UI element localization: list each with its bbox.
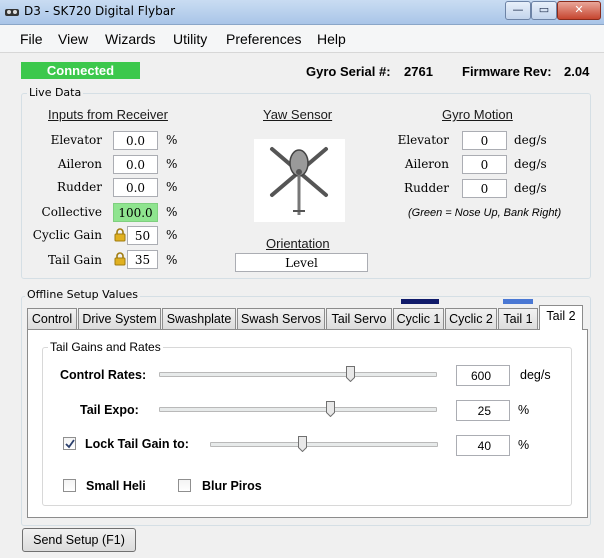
tail-gains-label: Tail Gains and Rates [48,340,163,354]
lock-tail-gain-slider-track [210,442,438,447]
menu-file[interactable]: File [20,31,43,47]
receiver-elevator-value: 0.0 [113,131,158,150]
tab-swash-servos[interactable]: Swash Servos [237,308,325,329]
firmware-value: 2.04 [564,64,590,79]
lock-tail-gain-slider-thumb[interactable] [298,436,307,452]
tail-expo-slider-track [159,407,437,412]
gyro-elevator-unit: deg/s [514,133,547,147]
offline-setup-label: Offline Setup Values [25,288,141,301]
blur-piros-label: Blur Piros [202,479,262,493]
tab-swashplate[interactable]: Swashplate [162,308,236,329]
tail-expo-input[interactable]: 25 [456,400,510,421]
lock-tail-gain-checkbox[interactable] [63,437,76,450]
yaw-sensor-heading: Yaw Sensor [263,107,333,122]
checkmark-icon [65,439,75,449]
receiver-tail-gain-label: Tail Gain [47,253,102,267]
receiver-aileron-label: Aileron [57,157,102,171]
receiver-cyclic-gain-value: 50 [127,226,158,245]
menu-preferences[interactable]: Preferences [226,31,301,47]
menu-view[interactable]: View [58,31,88,47]
helicopter-top-view-icon [254,139,345,222]
gyro-elevator-value: 0 [462,131,507,150]
minimize-button[interactable]: — [505,1,531,20]
receiver-rudder-label: Rudder [57,180,102,194]
receiver-collective-value: 100.0 [113,203,158,222]
control-rates-label: Control Rates: [60,368,147,382]
gyro-motion-heading: Gyro Motion [442,107,513,122]
lock-tail-gain-input[interactable]: 40 [456,435,510,456]
tail-expo-unit: % [518,403,530,417]
receiver-rudder-unit: % [166,180,178,194]
tab-cyclic-2[interactable]: Cyclic 2 [445,308,497,329]
small-heli-label: Small Heli [86,479,146,493]
orientation-value: Level [235,253,368,272]
tab-drive-system[interactable]: Drive System [78,308,161,329]
tab-tail-servo[interactable]: Tail Servo [326,308,392,329]
firmware-label: Firmware Rev: [462,64,552,79]
receiver-cyclic-gain-label: Cyclic Gain [32,228,102,242]
receiver-aileron-unit: % [166,157,178,171]
menu-utility[interactable]: Utility [173,31,207,47]
lock-icon [114,228,126,242]
gyro-rudder-label: Rudder [404,181,449,195]
menu-wizards[interactable]: Wizards [105,31,156,47]
tail-expo-label: Tail Expo: [80,403,139,417]
app-icon [5,9,19,16]
close-button[interactable]: ✕ [557,1,601,20]
maximize-button[interactable]: ▭ [531,1,557,20]
small-heli-checkbox[interactable] [63,479,76,492]
connection-status-badge: Connected [21,62,140,79]
gyro-aileron-value: 0 [462,155,507,174]
lock-tail-gain-unit: % [518,438,530,452]
blur-piros-checkbox[interactable] [178,479,191,492]
control-rates-slider-thumb[interactable] [346,366,355,382]
gyro-serial-value: 2761 [404,64,433,79]
gyro-aileron-label: Aileron [404,157,449,171]
lock-icon [114,252,126,266]
receiver-collective-unit: % [166,205,178,219]
control-rates-slider-track [159,372,437,377]
gyro-color-note: (Green = Nose Up, Bank Right) [408,207,562,219]
gyro-aileron-unit: deg/s [514,157,547,171]
tab-tail-2[interactable]: Tail 2 [539,305,583,330]
gyro-serial-label: Gyro Serial #: [306,64,391,79]
window-title: D3 - SK720 Digital Flybar [24,4,176,18]
tail-activity-bar [503,299,533,304]
receiver-tail-gain-value: 35 [127,250,158,269]
orientation-heading: Orientation [266,236,330,251]
receiver-heading: Inputs from Receiver [48,107,168,122]
send-setup-button[interactable]: Send Setup (F1) [22,528,136,552]
receiver-tail-gain-unit: % [166,253,178,267]
menu-help[interactable]: Help [317,31,346,47]
tab-tail-1[interactable]: Tail 1 [498,308,538,329]
receiver-elevator-unit: % [166,133,178,147]
tail-expo-slider-thumb[interactable] [326,401,335,417]
gyro-rudder-unit: deg/s [514,181,547,195]
lock-tail-gain-label: Lock Tail Gain to: [85,437,189,451]
tab-cyclic-1[interactable]: Cyclic 1 [393,308,444,329]
live-data-label: Live Data [27,86,84,99]
menu-bar [0,25,604,53]
receiver-elevator-label: Elevator [50,133,102,147]
gyro-elevator-label: Elevator [397,133,449,147]
control-rates-unit: deg/s [520,368,551,382]
receiver-rudder-value: 0.0 [113,178,158,197]
cyclic-activity-bar [401,299,439,304]
tab-control[interactable]: Control [27,308,77,329]
receiver-collective-label: Collective [41,205,102,219]
control-rates-input[interactable]: 600 [456,365,510,386]
receiver-aileron-value: 0.0 [113,155,158,174]
gyro-rudder-value: 0 [462,179,507,198]
receiver-cyclic-gain-unit: % [166,228,178,242]
